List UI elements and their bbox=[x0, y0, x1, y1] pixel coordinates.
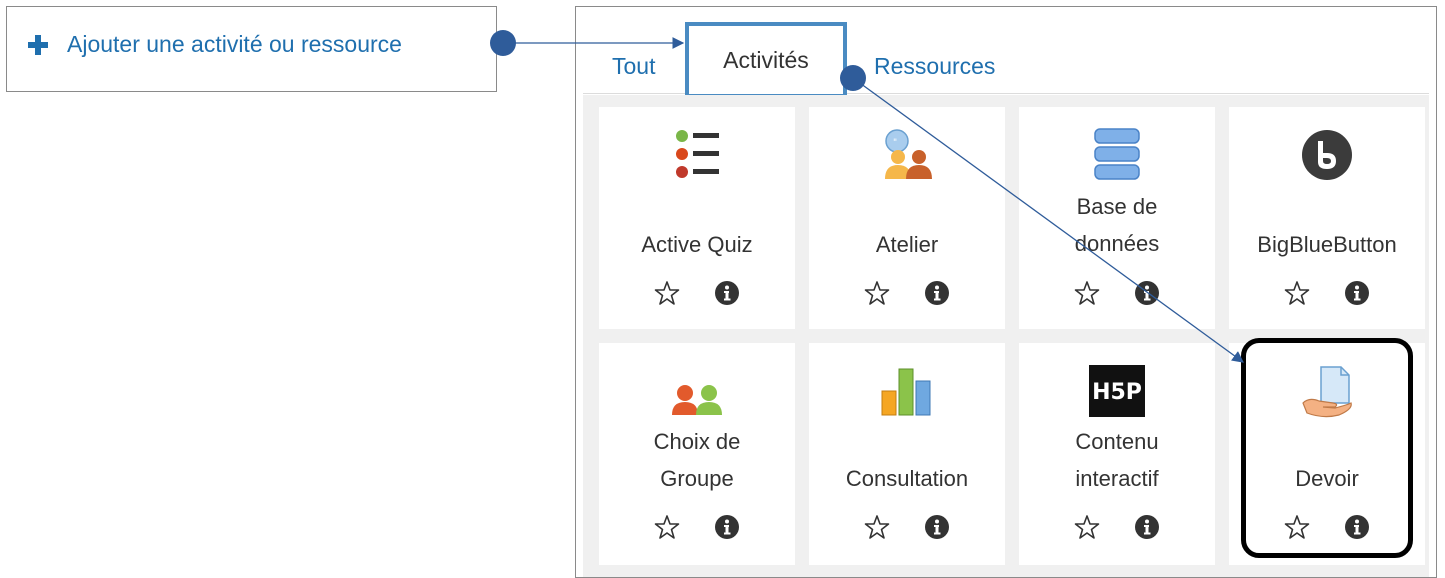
activity-label: Devoir bbox=[1295, 466, 1359, 491]
activity-label: BigBlueButton bbox=[1257, 232, 1397, 257]
info-icon[interactable] bbox=[714, 514, 740, 540]
info-icon[interactable] bbox=[924, 280, 950, 306]
star-icon[interactable] bbox=[1284, 514, 1310, 540]
activity-label: Choix de Groupe bbox=[653, 429, 741, 491]
activity-card-bigbluebutton[interactable]: BigBlueButton bbox=[1229, 107, 1425, 329]
list-icon bbox=[676, 130, 719, 178]
tab-activites-label: Activités bbox=[723, 46, 809, 73]
star-icon[interactable] bbox=[1074, 280, 1100, 306]
group-choice-icon bbox=[672, 385, 722, 415]
add-activity-link[interactable]: Ajouter une activité ou ressource bbox=[27, 31, 402, 58]
activity-card-choix-de-groupe[interactable]: Choix de Groupe bbox=[599, 343, 795, 565]
info-icon[interactable] bbox=[1344, 514, 1370, 540]
h5p-icon: H5P bbox=[1089, 365, 1145, 417]
star-icon[interactable] bbox=[864, 514, 890, 540]
info-icon[interactable] bbox=[714, 280, 740, 306]
activity-card-base-de-donnees[interactable]: Base de données bbox=[1019, 107, 1215, 329]
add-activity-box: Ajouter une activité ou ressource bbox=[6, 6, 497, 92]
star-icon[interactable] bbox=[654, 280, 680, 306]
svg-text:": " bbox=[893, 138, 897, 148]
assignment-icon bbox=[1302, 366, 1352, 418]
activity-label: Consultation bbox=[845, 466, 969, 491]
info-icon[interactable] bbox=[1134, 280, 1160, 306]
activity-label: Active Quiz bbox=[641, 232, 753, 257]
activity-card-contenu-interactif[interactable]: H5P Contenu interactif bbox=[1019, 343, 1215, 565]
activity-label: Atelier bbox=[875, 232, 939, 257]
activity-label: Contenu interactif bbox=[1075, 429, 1159, 491]
activity-label: Base de données bbox=[1074, 194, 1160, 256]
bar-chart-icon bbox=[881, 368, 931, 416]
activity-card-devoir[interactable]: Devoir bbox=[1229, 343, 1425, 565]
workshop-icon: " bbox=[885, 129, 932, 179]
activity-chooser: Tout Activités Ressources Active Quiz " … bbox=[575, 6, 1437, 578]
add-activity-label: Ajouter une activité ou ressource bbox=[67, 31, 402, 57]
svg-text:H5P: H5P bbox=[1092, 380, 1142, 405]
star-icon[interactable] bbox=[1284, 280, 1310, 306]
activity-card-active-quiz[interactable]: Active Quiz bbox=[599, 107, 795, 329]
star-icon[interactable] bbox=[864, 280, 890, 306]
activity-card-consultation[interactable]: Consultation bbox=[809, 343, 1005, 565]
bigbluebutton-icon bbox=[1302, 130, 1352, 180]
database-icon bbox=[1094, 128, 1140, 180]
info-icon[interactable] bbox=[1134, 514, 1160, 540]
activity-card-atelier[interactable]: " Atelier bbox=[809, 107, 1005, 329]
star-icon[interactable] bbox=[654, 514, 680, 540]
tab-ressources[interactable]: Ressources bbox=[874, 53, 995, 80]
tab-tout[interactable]: Tout bbox=[612, 53, 655, 80]
plus-icon bbox=[28, 34, 48, 55]
star-icon[interactable] bbox=[1074, 514, 1100, 540]
info-icon[interactable] bbox=[924, 514, 950, 540]
tab-activites[interactable]: Activités bbox=[685, 22, 847, 98]
info-icon[interactable] bbox=[1344, 280, 1370, 306]
